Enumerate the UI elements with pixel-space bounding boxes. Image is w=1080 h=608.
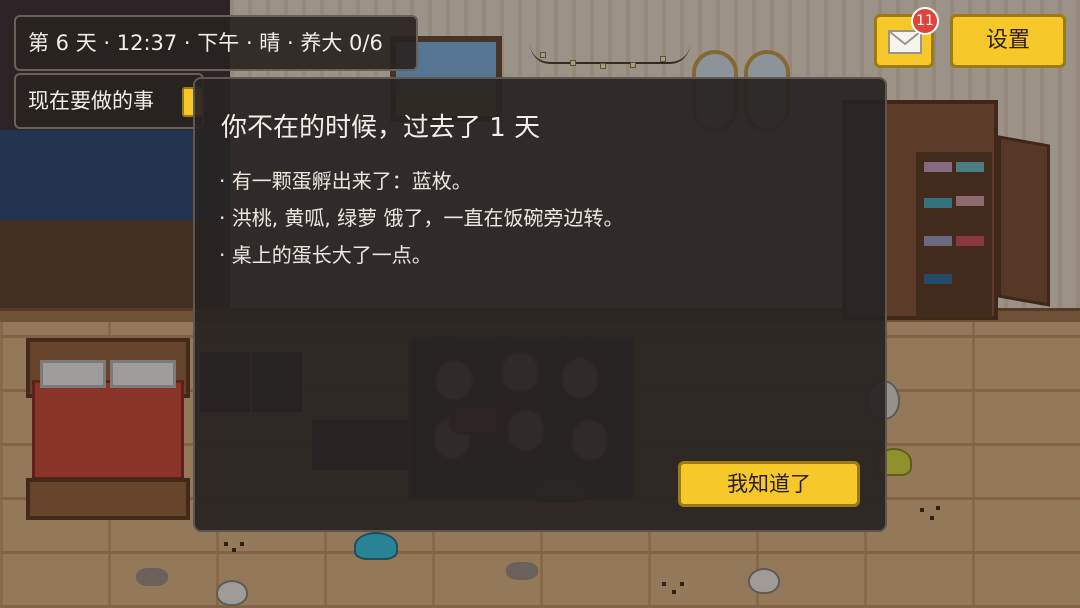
event-list: · 有一颗蛋孵出来了：蓝枚。 · 洪桃, 黄呱, 绿萝 饿了，一直在饭碗旁边转。… (219, 163, 624, 274)
envelope-icon (888, 30, 922, 54)
todo-label: 现在要做的事 (28, 89, 154, 113)
mail-button[interactable]: 11 (874, 7, 939, 68)
settings-button[interactable]: 设置 (950, 14, 1066, 68)
acknowledge-button[interactable]: 我知道了 (678, 461, 860, 507)
away-summary-dialog: 你不在的时候，过去了 1 天 · 有一颗蛋孵出来了：蓝枚。 · 洪桃, 黄呱, … (193, 77, 887, 532)
unread-badge: 11 (911, 7, 939, 35)
status-text: 第 6 天 · 12:37 · 下午 · 晴 · 养大 0/6 (28, 31, 383, 55)
event-line: · 洪桃, 黄呱, 绿萝 饿了，一直在饭碗旁边转。 (219, 206, 624, 230)
event-line: · 有一颗蛋孵出来了：蓝枚。 (219, 169, 472, 193)
todo-button[interactable]: 现在要做的事 (14, 73, 204, 129)
event-line: · 桌上的蛋长大了一点。 (219, 243, 432, 267)
dialog-title: 你不在的时候，过去了 1 天 (221, 113, 541, 143)
status-bar: 第 6 天 · 12:37 · 下午 · 晴 · 养大 0/6 (14, 15, 418, 71)
